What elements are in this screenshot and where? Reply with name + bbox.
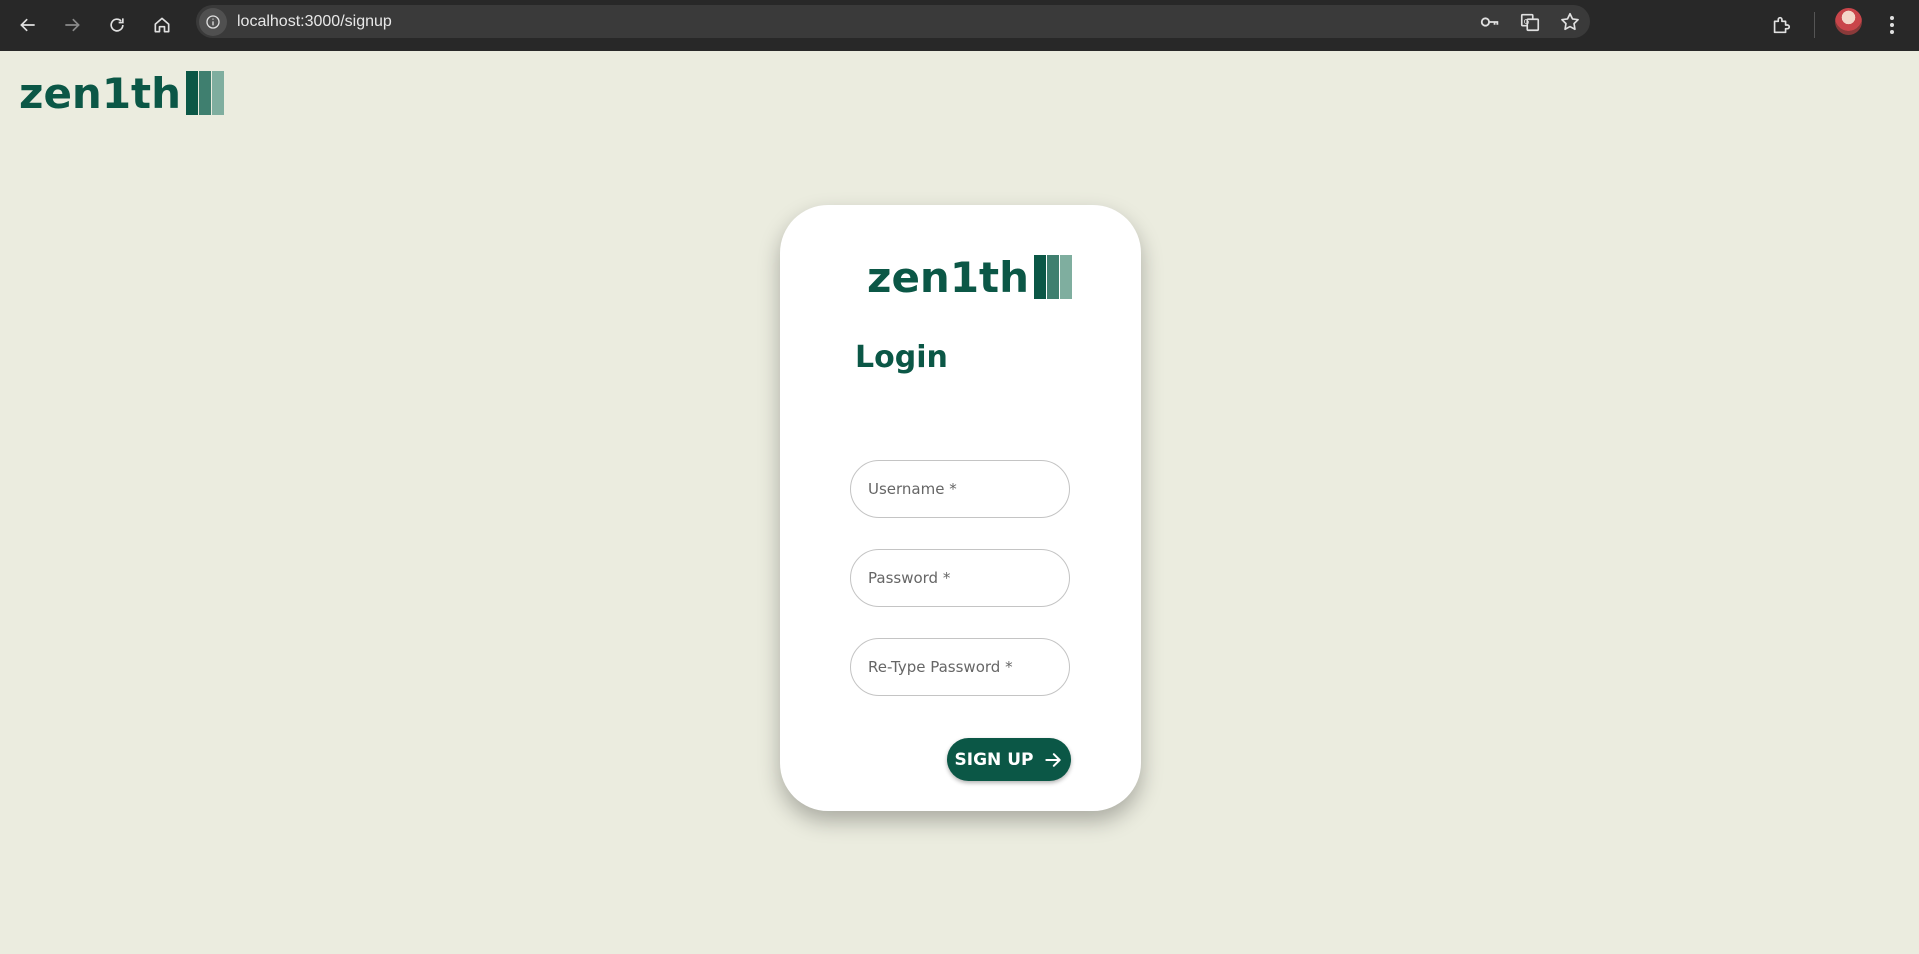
browser-toolbar: localhost:3000/signup G: [0, 0, 1919, 51]
key-icon: [1480, 16, 1499, 27]
star-icon: [1561, 12, 1579, 30]
svg-text:G: G: [1524, 16, 1530, 25]
reload-button[interactable]: [101, 9, 133, 41]
home-button[interactable]: [146, 9, 178, 41]
login-card: zen1th Login Username * Password * Re-Ty…: [780, 205, 1141, 811]
logo-bar: [1060, 255, 1073, 299]
browser-menu-button[interactable]: [1880, 9, 1904, 41]
address-bar[interactable]: localhost:3000/signup G: [196, 5, 1590, 38]
puzzle-icon: [1773, 16, 1791, 34]
address-bar-actions: G: [1470, 5, 1590, 38]
logo-bar: [1047, 255, 1060, 299]
extensions-button[interactable]: [1765, 9, 1797, 41]
password-field[interactable]: Password *: [850, 549, 1070, 607]
header-logo[interactable]: zen1th: [19, 69, 225, 118]
password-placeholder: Password *: [868, 569, 951, 587]
profile-avatar[interactable]: [1835, 8, 1862, 35]
logo-bars-icon: [1033, 255, 1073, 299]
info-icon: [206, 14, 220, 29]
logo-wordmark: zen1th: [867, 253, 1030, 302]
kebab-menu-icon: [1890, 16, 1894, 34]
card-logo: zen1th: [867, 253, 1073, 302]
logo-bars-icon: [185, 71, 225, 115]
url-text[interactable]: localhost:3000/signup: [237, 13, 392, 31]
sign-up-label: SIGN UP: [954, 749, 1034, 770]
logo-wordmark: zen1th: [19, 69, 182, 118]
logo-bar: [186, 71, 199, 115]
password-key-button[interactable]: [1470, 5, 1510, 38]
retype-password-field[interactable]: Re-Type Password *: [850, 638, 1070, 696]
arrow-right-icon: [1045, 752, 1062, 767]
retype-password-placeholder: Re-Type Password *: [868, 658, 1013, 676]
toolbar-divider: [1814, 12, 1815, 38]
translate-icon: G: [1520, 13, 1540, 31]
logo-bar: [212, 71, 225, 115]
logo-bar: [1034, 255, 1047, 299]
reload-icon: [110, 18, 124, 32]
logo-bar: [199, 71, 212, 115]
page-body: zen1th zen1th Login Username * Password …: [0, 51, 1919, 954]
arrow-right-icon: [65, 18, 80, 32]
site-info-button[interactable]: [199, 7, 227, 36]
sign-up-button[interactable]: SIGN UP: [947, 738, 1071, 781]
back-button[interactable]: [12, 9, 44, 41]
username-placeholder: Username *: [868, 480, 957, 498]
username-field[interactable]: Username *: [850, 460, 1070, 518]
form-title: Login: [855, 340, 948, 375]
home-icon: [154, 17, 170, 33]
arrow-left-icon: [20, 18, 35, 32]
bookmark-star-button[interactable]: [1550, 5, 1590, 38]
forward-button[interactable]: [56, 9, 88, 41]
translate-button[interactable]: G: [1510, 5, 1550, 38]
